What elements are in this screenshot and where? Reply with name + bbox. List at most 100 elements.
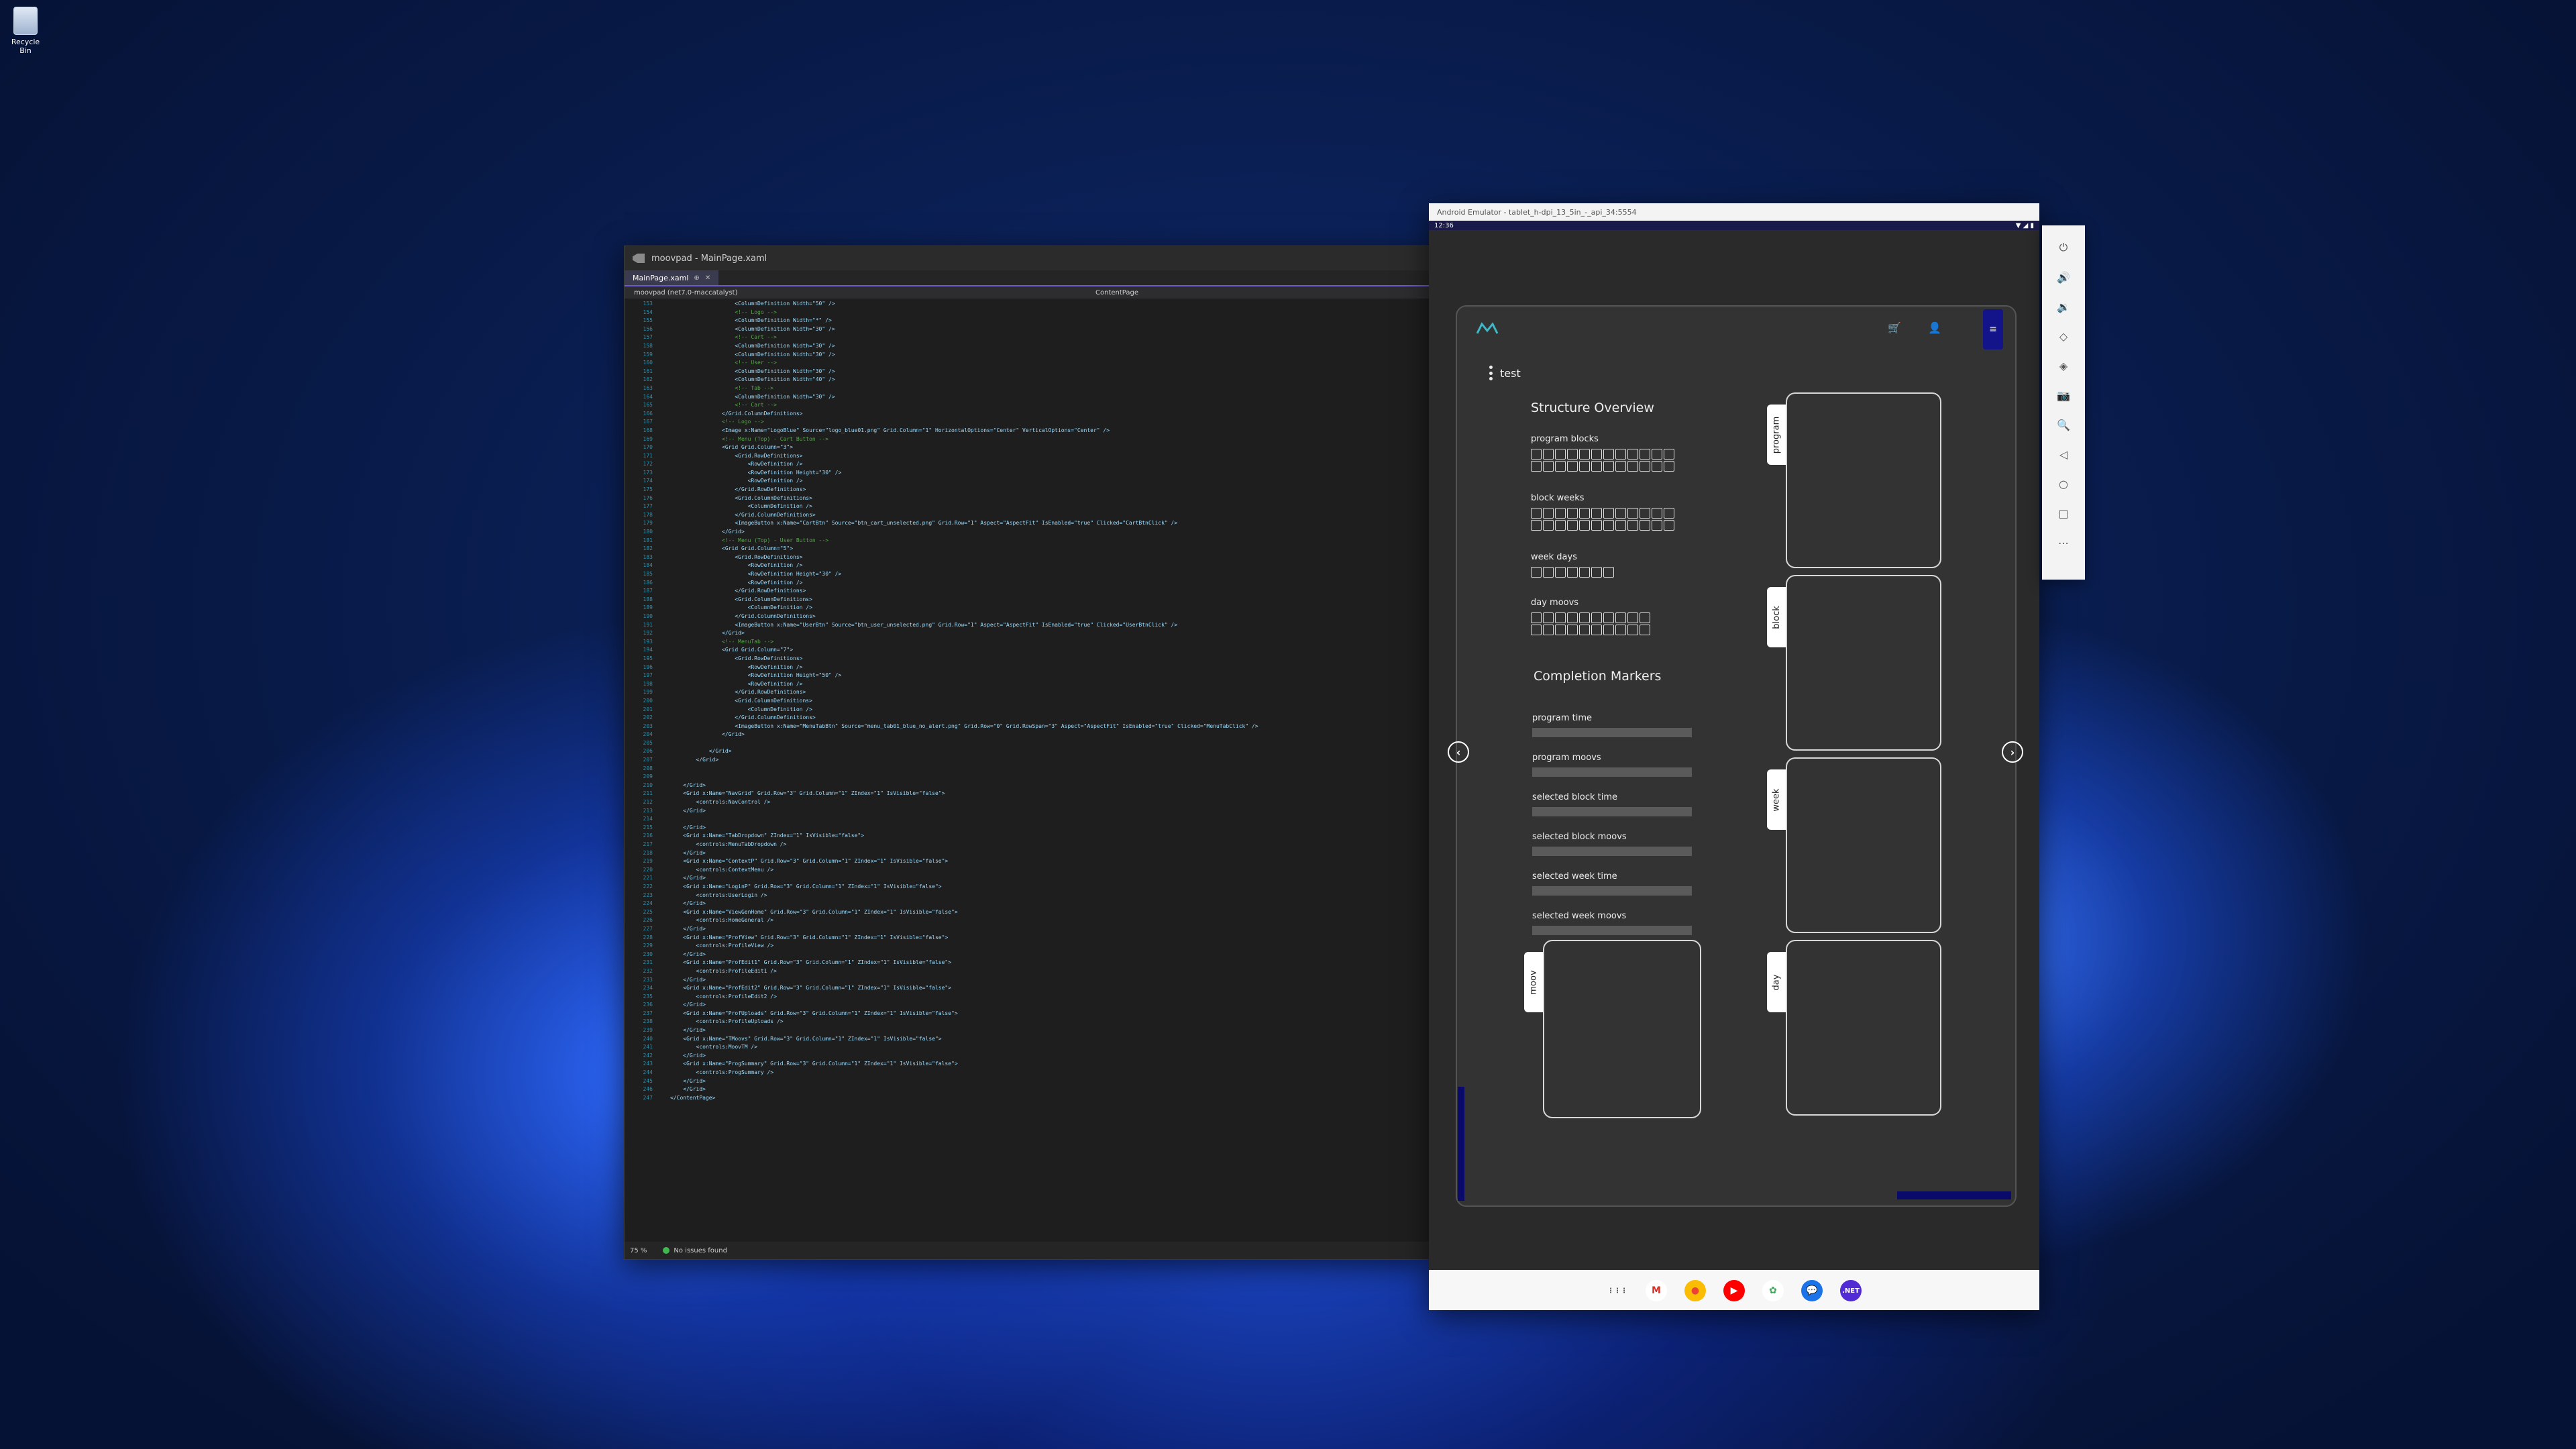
- emulator-control-icon[interactable]: ○: [2053, 474, 2074, 494]
- marker-box[interactable]: [1603, 567, 1614, 578]
- emulator-control-icon[interactable]: 🔉: [2053, 297, 2074, 317]
- marker-box[interactable]: [1579, 508, 1590, 519]
- marker-box[interactable]: [1640, 612, 1650, 623]
- marker-box[interactable]: [1531, 508, 1542, 519]
- marker-box[interactable]: [1615, 461, 1626, 472]
- marker-box[interactable]: [1640, 461, 1650, 472]
- marker-box[interactable]: [1603, 520, 1614, 531]
- marker-box[interactable]: [1555, 461, 1566, 472]
- marker-box[interactable]: [1567, 461, 1578, 472]
- marker-box[interactable]: [1555, 625, 1566, 635]
- tab-week[interactable]: week: [1767, 769, 1786, 830]
- marker-box[interactable]: [1531, 612, 1542, 623]
- marker-box[interactable]: [1652, 508, 1662, 519]
- marker-box[interactable]: [1531, 625, 1542, 635]
- emulator-control-icon[interactable]: 🔊: [2053, 267, 2074, 287]
- marker-box[interactable]: [1627, 449, 1638, 460]
- tab-block[interactable]: block: [1767, 587, 1786, 647]
- marker-box[interactable]: [1555, 520, 1566, 531]
- marker-box[interactable]: [1531, 520, 1542, 531]
- marker-box[interactable]: [1615, 449, 1626, 460]
- moov-panel[interactable]: [1543, 940, 1701, 1118]
- marker-box[interactable]: [1640, 625, 1650, 635]
- marker-box[interactable]: [1531, 449, 1542, 460]
- marker-box[interactable]: [1627, 461, 1638, 472]
- emulator-control-icon[interactable]: ◈: [2053, 356, 2074, 376]
- marker-box[interactable]: [1603, 449, 1614, 460]
- user-icon[interactable]: 👤: [1927, 321, 1943, 337]
- taskbar-app-icon[interactable]: ▶: [1723, 1280, 1745, 1301]
- tab-day[interactable]: day: [1767, 952, 1786, 1012]
- marker-box[interactable]: [1603, 625, 1614, 635]
- marker-box[interactable]: [1603, 461, 1614, 472]
- emulator-control-icon[interactable]: ⏻: [2053, 237, 2074, 258]
- marker-box[interactable]: [1603, 508, 1614, 519]
- taskbar-app-icon[interactable]: ⋮⋮⋮: [1607, 1280, 1628, 1301]
- tab-mainpage-xaml[interactable]: MainPage.xaml ⊕ ✕: [625, 270, 719, 285]
- taskbar-app-icon[interactable]: M: [1646, 1280, 1667, 1301]
- code-editor[interactable]: 153 154 155 156 157 158 159 160 161 162 163 164 165 1…: [625, 300, 1430, 1242]
- emulator-control-icon[interactable]: ◇: [2053, 326, 2074, 346]
- marker-box[interactable]: [1615, 612, 1626, 623]
- marker-box[interactable]: [1543, 449, 1554, 460]
- marker-box[interactable]: [1531, 567, 1542, 578]
- marker-box[interactable]: [1579, 567, 1590, 578]
- menu-tab-button[interactable]: ≡: [1983, 309, 2003, 350]
- project-dropdown[interactable]: moovpad (net7.0-maccatalyst): [634, 289, 738, 297]
- tab-program[interactable]: program: [1767, 405, 1786, 465]
- marker-box[interactable]: [1627, 612, 1638, 623]
- taskbar-app-icon[interactable]: 💬: [1801, 1280, 1823, 1301]
- emulator-control-icon[interactable]: ⋯: [2053, 533, 2074, 553]
- marker-box[interactable]: [1579, 625, 1590, 635]
- week-panel[interactable]: [1786, 757, 1941, 933]
- previous-arrow-icon[interactable]: ‹: [1448, 741, 1469, 763]
- close-icon[interactable]: ✕: [705, 274, 710, 282]
- marker-box[interactable]: [1640, 508, 1650, 519]
- marker-box[interactable]: [1652, 449, 1662, 460]
- kebab-menu-icon[interactable]: [1489, 366, 1493, 380]
- program-panel[interactable]: [1786, 392, 1941, 568]
- marker-box[interactable]: [1567, 449, 1578, 460]
- marker-box[interactable]: [1555, 567, 1566, 578]
- marker-box[interactable]: [1640, 520, 1650, 531]
- marker-box[interactable]: [1567, 612, 1578, 623]
- marker-box[interactable]: [1591, 625, 1602, 635]
- marker-box[interactable]: [1664, 520, 1674, 531]
- taskbar-app-icon[interactable]: .NET: [1840, 1280, 1862, 1301]
- marker-box[interactable]: [1615, 508, 1626, 519]
- marker-box[interactable]: [1543, 461, 1554, 472]
- marker-box[interactable]: [1579, 612, 1590, 623]
- marker-box[interactable]: [1543, 625, 1554, 635]
- marker-box[interactable]: [1591, 612, 1602, 623]
- marker-box[interactable]: [1591, 567, 1602, 578]
- marker-box[interactable]: [1640, 449, 1650, 460]
- tab-moov[interactable]: moov: [1524, 952, 1543, 1012]
- marker-box[interactable]: [1591, 461, 1602, 472]
- taskbar-app-icon[interactable]: ●: [1684, 1280, 1706, 1301]
- marker-box[interactable]: [1543, 520, 1554, 531]
- marker-box[interactable]: [1652, 461, 1662, 472]
- marker-box[interactable]: [1603, 612, 1614, 623]
- marker-box[interactable]: [1579, 461, 1590, 472]
- marker-box[interactable]: [1567, 520, 1578, 531]
- emulator-control-icon[interactable]: □: [2053, 503, 2074, 523]
- marker-box[interactable]: [1664, 508, 1674, 519]
- day-panel[interactable]: [1786, 940, 1941, 1116]
- cart-icon[interactable]: 🛒: [1886, 321, 1902, 337]
- zoom-level[interactable]: 75 %: [630, 1247, 647, 1254]
- emulator-control-icon[interactable]: 🔍: [2053, 415, 2074, 435]
- marker-box[interactable]: [1591, 520, 1602, 531]
- emulator-control-icon[interactable]: ◁: [2053, 444, 2074, 464]
- taskbar-app-icon[interactable]: ✿: [1762, 1280, 1784, 1301]
- marker-box[interactable]: [1627, 508, 1638, 519]
- marker-box[interactable]: [1615, 625, 1626, 635]
- pin-icon[interactable]: ⊕: [694, 274, 699, 282]
- marker-box[interactable]: [1531, 461, 1542, 472]
- marker-box[interactable]: [1579, 520, 1590, 531]
- marker-box[interactable]: [1664, 449, 1674, 460]
- marker-box[interactable]: [1555, 508, 1566, 519]
- marker-box[interactable]: [1543, 508, 1554, 519]
- marker-box[interactable]: [1664, 461, 1674, 472]
- emulator-control-icon[interactable]: 📷: [2053, 385, 2074, 405]
- marker-box[interactable]: [1615, 520, 1626, 531]
